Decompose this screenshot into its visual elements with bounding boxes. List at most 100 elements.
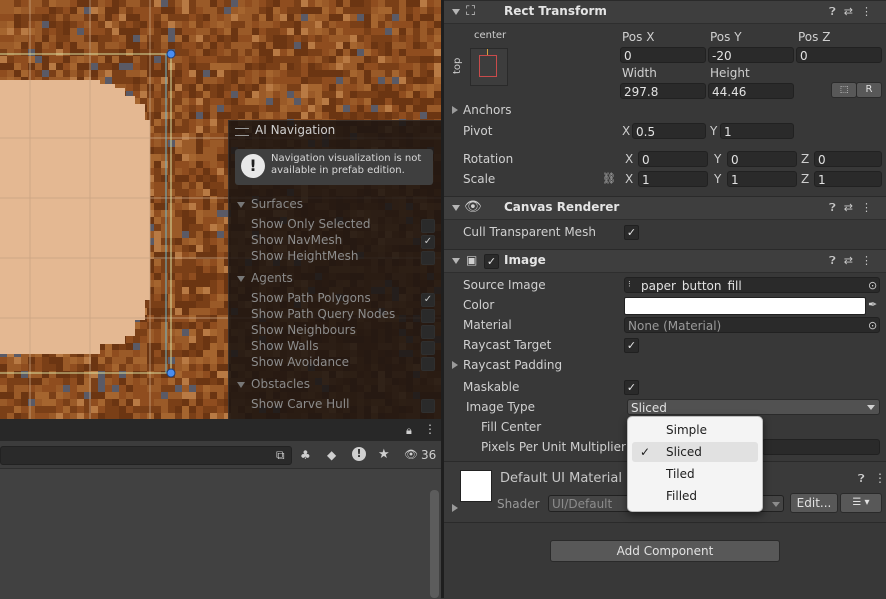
edit-shader-button[interactable]: Edit... bbox=[790, 493, 838, 513]
image-header[interactable]: ▣ ✓ Image ❓︎⇄⋮ bbox=[444, 249, 886, 273]
image-enabled-checkbox[interactable]: ✓ bbox=[484, 254, 499, 269]
eye-icon: 👁︎ bbox=[464, 199, 482, 215]
nav-option-checkbox[interactable] bbox=[421, 251, 435, 265]
nav-option-checkbox[interactable] bbox=[421, 219, 435, 233]
eyedropper-icon[interactable]: ✒︎ bbox=[868, 298, 877, 311]
object-picker-icon[interactable]: ⊙ bbox=[868, 319, 877, 332]
filter-type-icon[interactable]: ♣ bbox=[300, 448, 311, 462]
nav-option-label: Show HeightMesh bbox=[251, 249, 359, 263]
component-header-icons[interactable]: ❓︎⇄⋮ bbox=[829, 254, 880, 268]
rotation-y-field[interactable]: 0 bbox=[727, 151, 797, 167]
info-note: ! Navigation visualization is not availa… bbox=[235, 149, 433, 185]
lock-icon[interactable]: 🔒︎ bbox=[406, 424, 412, 438]
fold-arrow-icon[interactable] bbox=[452, 205, 460, 211]
maskable-checkbox[interactable]: ✓ bbox=[624, 380, 639, 395]
color-label: Color bbox=[463, 298, 495, 312]
scale-x-axis: X bbox=[625, 172, 634, 186]
width-field[interactable]: 297.8 bbox=[620, 83, 706, 99]
chevron-down-icon bbox=[867, 405, 875, 410]
rect-transform-header[interactable]: ⛶ Rect Transform ❓︎⇄⋮ bbox=[444, 0, 886, 24]
help-icon: ❓︎ bbox=[829, 254, 844, 267]
nav-option-checkbox[interactable]: ✓ bbox=[421, 293, 435, 307]
cull-transparent-mesh-checkbox[interactable]: ✓ bbox=[624, 225, 639, 240]
search-input[interactable] bbox=[0, 446, 292, 465]
nav-option-checkbox[interactable] bbox=[421, 399, 435, 413]
shader-options-button[interactable]: ☰ ▾ bbox=[840, 493, 882, 513]
nav-option-checkbox[interactable]: ✓ bbox=[421, 235, 435, 249]
anchor-presets-button[interactable] bbox=[470, 48, 508, 86]
pos-z-field[interactable]: 0 bbox=[796, 47, 882, 63]
pivot-x-axis: X bbox=[622, 124, 631, 138]
context-menu-icon[interactable]: ⋮ bbox=[874, 471, 886, 485]
presets-icon: ⇄ bbox=[843, 201, 861, 214]
rotation-x-axis: X bbox=[625, 152, 634, 166]
option-filled[interactable]: Filled bbox=[632, 486, 758, 506]
sprite-icon: ⁝ bbox=[628, 280, 631, 290]
help-icon: ❓︎ bbox=[829, 5, 844, 18]
height-field[interactable]: 44.46 bbox=[708, 83, 794, 99]
visibility-eye-icon[interactable]: 👁︎ bbox=[404, 448, 418, 461]
option-simple[interactable]: Simple bbox=[632, 420, 758, 440]
color-swatch[interactable] bbox=[624, 297, 866, 315]
nav-option-checkbox[interactable] bbox=[421, 309, 435, 323]
image-type-label: Image Type bbox=[466, 400, 535, 414]
ppu-multiplier-field[interactable] bbox=[762, 439, 880, 455]
nav-section-label: Surfaces bbox=[251, 197, 303, 211]
raw-edit-button[interactable]: R bbox=[856, 82, 882, 98]
raycast-padding-label[interactable]: Raycast Padding bbox=[463, 358, 562, 372]
anchors-label[interactable]: Anchors bbox=[463, 103, 512, 117]
warning-icon: ! bbox=[241, 154, 265, 178]
scene-search-icon[interactable]: ⧉ bbox=[276, 448, 285, 463]
source-image-label: Source Image bbox=[463, 278, 546, 292]
material-fold-icon[interactable] bbox=[452, 504, 458, 512]
console-warning-icon[interactable]: ! bbox=[352, 447, 366, 461]
source-image-field[interactable]: paper_button_fill bbox=[624, 277, 880, 293]
pos-x-field[interactable]: 0 bbox=[620, 47, 706, 63]
fold-arrow-icon[interactable] bbox=[452, 258, 460, 264]
pivot-x-field[interactable]: 0.5 bbox=[632, 123, 706, 139]
scale-z-field[interactable]: 1 bbox=[814, 171, 882, 187]
pivot-y-field[interactable]: 1 bbox=[720, 123, 794, 139]
nav-option-checkbox[interactable] bbox=[421, 325, 435, 339]
rotation-x-field[interactable]: 0 bbox=[638, 151, 708, 167]
material-field[interactable]: None (Material) bbox=[624, 317, 880, 333]
pivot-y-axis: Y bbox=[710, 124, 718, 138]
image-component-icon: ▣ bbox=[466, 253, 478, 267]
fold-arrow-icon[interactable] bbox=[452, 9, 460, 15]
project-panel[interactable] bbox=[0, 468, 441, 599]
component-header-icons[interactable]: ❓︎⇄⋮ bbox=[829, 5, 880, 19]
canvas-renderer-header[interactable]: 👁︎ Canvas Renderer ❓︎⇄⋮ bbox=[444, 196, 886, 220]
scale-x-field[interactable]: 1 bbox=[638, 171, 708, 187]
constrain-proportions-icon[interactable]: ⛓︎ bbox=[602, 172, 616, 185]
rotation-z-field[interactable]: 0 bbox=[814, 151, 882, 167]
option-tiled[interactable]: Tiled bbox=[632, 464, 758, 484]
anchors-fold-icon[interactable] bbox=[452, 106, 458, 114]
anchor-preset-icon bbox=[479, 55, 497, 77]
add-component-button[interactable]: Add Component bbox=[550, 540, 780, 562]
raycast-target-checkbox[interactable]: ✓ bbox=[624, 338, 639, 353]
nav-section-agents[interactable]: Agents bbox=[237, 271, 293, 285]
help-icon[interactable]: ❓︎ bbox=[858, 472, 865, 486]
object-picker-icon[interactable]: ⊙ bbox=[868, 279, 877, 292]
shader-label: Shader bbox=[497, 497, 540, 511]
option-sliced[interactable]: ✓ Sliced bbox=[632, 442, 758, 462]
blueprint-mode-button[interactable]: ⬚ bbox=[831, 82, 857, 98]
ai-navigation-header[interactable]: AI Navigation bbox=[229, 121, 441, 141]
label-icon[interactable]: ◆ bbox=[327, 448, 336, 462]
vertical-scrollbar[interactable] bbox=[430, 490, 439, 598]
pos-y-field[interactable]: -20 bbox=[708, 47, 794, 63]
more-options-icon[interactable]: ⋮ bbox=[424, 422, 436, 436]
scene-view[interactable]: AI Navigation ! Navigation visualization… bbox=[0, 0, 441, 419]
scale-y-field[interactable]: 1 bbox=[727, 171, 797, 187]
ai-navigation-title: AI Navigation bbox=[255, 123, 336, 137]
presets-icon: ⇄ bbox=[843, 5, 861, 18]
nav-section-surfaces[interactable]: Surfaces bbox=[237, 197, 303, 211]
component-header-icons[interactable]: ❓︎⇄⋮ bbox=[829, 201, 880, 215]
nav-section-obstacles[interactable]: Obstacles bbox=[237, 377, 310, 391]
image-type-dropdown[interactable]: Sliced bbox=[627, 399, 880, 415]
nav-option-checkbox[interactable] bbox=[421, 357, 435, 371]
check-icon: ✓ bbox=[640, 445, 651, 459]
raycast-padding-fold-icon[interactable] bbox=[452, 361, 458, 369]
favorite-star-icon[interactable]: ★ bbox=[378, 447, 390, 462]
nav-option-checkbox[interactable] bbox=[421, 341, 435, 355]
